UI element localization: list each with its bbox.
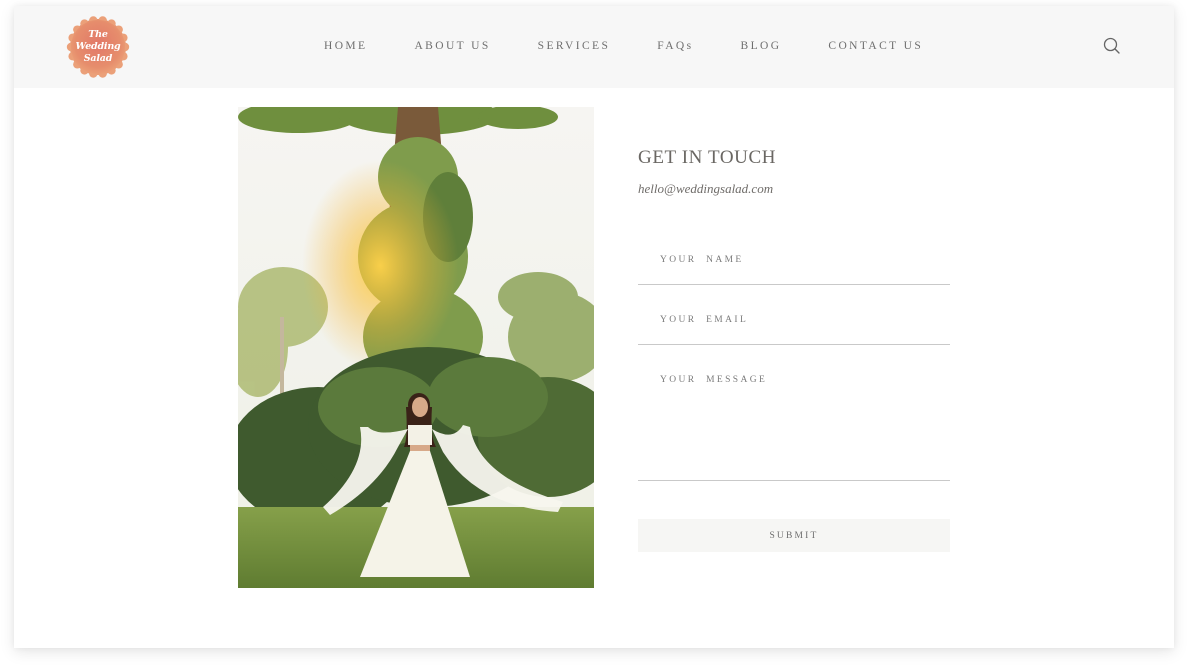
logo-text: The Wedding Salad [76,29,121,65]
message-textarea[interactable] [638,369,950,469]
contact-email-link[interactable]: hello@weddingsalad.com [638,181,773,197]
nav-services[interactable]: SERVICES [538,40,611,52]
logo-line-2: Wedding [75,41,121,52]
message-field [638,369,950,481]
page: The Wedding Salad HOME ABOUT US SERVICES… [14,6,1174,648]
contact-title: GET IN TOUCH [638,147,777,168]
email-field [638,307,950,345]
name-input[interactable] [638,247,950,273]
logo-line-1: The [88,29,108,40]
name-field [638,247,950,285]
nav-contact-us[interactable]: CONTACT US [828,40,923,52]
search-button[interactable] [1102,36,1122,56]
nav-home[interactable]: HOME [324,40,367,52]
logo[interactable]: The Wedding Salad [66,15,130,79]
nav-about-us[interactable]: ABOUT US [414,40,490,52]
logo-line-3: Salad [83,53,113,64]
nav-blog[interactable]: BLOG [741,40,782,52]
search-icon [1103,37,1120,54]
bride-photo-illustration [238,107,594,588]
bride-photo [238,107,594,588]
main-nav: HOME ABOUT US SERVICES FAQs BLOG CONTACT… [324,39,923,53]
site-header: The Wedding Salad HOME ABOUT US SERVICES… [14,6,1174,88]
email-input[interactable] [638,307,950,333]
nav-faqs[interactable]: FAQs [657,40,693,52]
submit-button[interactable]: SUBMIT [638,519,950,552]
